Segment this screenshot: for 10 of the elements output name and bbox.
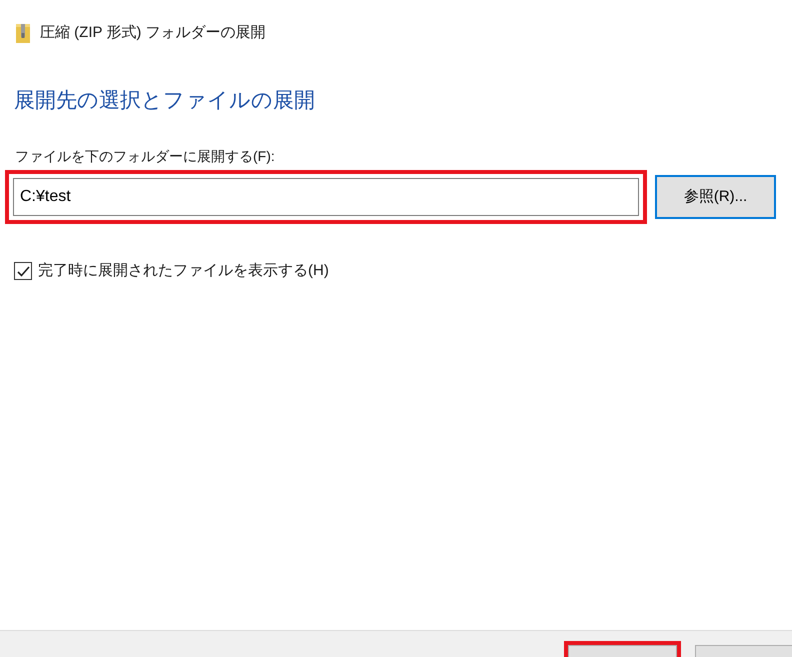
page-heading: 展開先の選択とファイルの展開 (14, 88, 316, 114)
window-title: 圧縮 (ZIP 形式) フォルダーの展開 (40, 23, 266, 43)
destination-field[interactable]: C:¥test (13, 178, 639, 216)
checkmark-icon (16, 266, 30, 277)
checkbox-label: 完了時に展開されたファイルを表示する(H) (38, 261, 329, 281)
dialog-button[interactable] (568, 645, 677, 657)
destination-label: ファイルを下のフォルダーに展開する(F): (15, 147, 276, 166)
zip-folder-icon (16, 23, 30, 44)
browse-button[interactable]: 参照(R)... (655, 175, 776, 219)
checkbox[interactable] (14, 262, 32, 280)
